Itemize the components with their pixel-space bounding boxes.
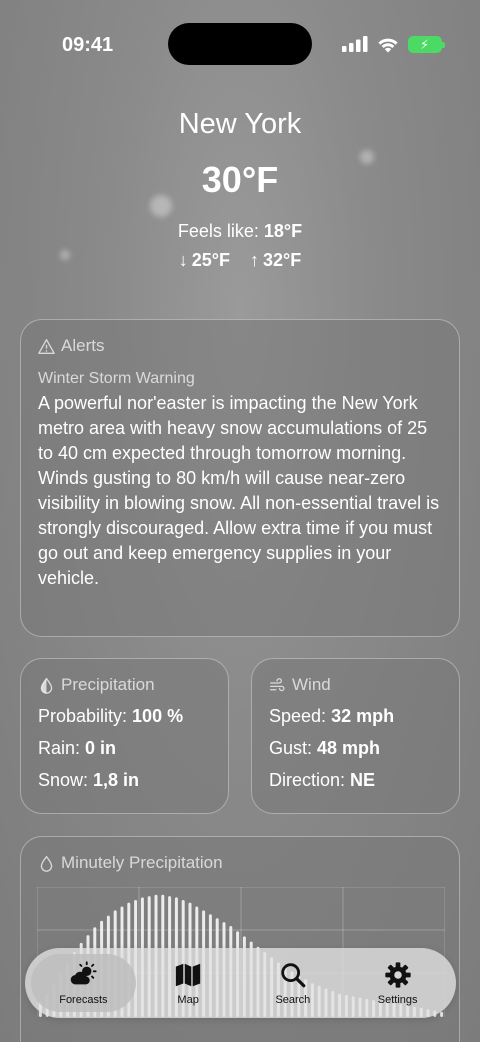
wifi-icon xyxy=(378,38,398,53)
row-value: 100 % xyxy=(132,706,184,726)
row-value: 0 in xyxy=(85,738,117,758)
row-label: Gust: xyxy=(269,738,318,758)
low-temperature: ↓ 25°F xyxy=(179,250,230,271)
row-label: Rain: xyxy=(38,738,86,758)
tab-label: Settings xyxy=(377,994,418,1006)
row-label: Speed: xyxy=(269,706,332,726)
status-icons: ⚡ xyxy=(342,35,445,53)
wind-icon xyxy=(270,677,285,691)
precip-snow: Snow: 1,8 in xyxy=(38,770,211,791)
tab-label: Map xyxy=(177,994,199,1006)
wind-card[interactable]: Wind Speed: 32 mph Gust: 48 mph Directio… xyxy=(251,658,460,814)
wind-title: Wind xyxy=(269,675,442,695)
cloud-sun-icon xyxy=(71,961,97,985)
row-label: Direction: xyxy=(269,770,351,790)
tab-search[interactable]: Search xyxy=(241,954,346,1012)
map-icon xyxy=(175,963,201,987)
row-value: NE xyxy=(350,770,376,790)
tab-settings[interactable]: Settings xyxy=(345,954,450,1012)
feels-like-label: Feels like: xyxy=(177,221,264,241)
weather-header: New York 30°F Feels like: 18°F ↓ 25°F ↑ 32… xyxy=(0,108,480,271)
warning-triangle-icon xyxy=(38,338,55,354)
arrow-up-icon: ↑ xyxy=(250,250,259,270)
feels-like: Feels like: 18°F xyxy=(0,221,480,242)
alerts-title: Alerts xyxy=(38,336,442,356)
high-low: ↓ 25°F ↑ 32°F xyxy=(0,250,480,271)
gear-icon xyxy=(384,962,411,988)
wind-title-label: Wind xyxy=(292,675,331,694)
precip-probability: Probability: 100 % xyxy=(38,706,211,727)
tab-map[interactable]: Map xyxy=(136,954,241,1012)
precipitation-title: Precipitation xyxy=(38,675,211,695)
arrow-down-icon: ↓ xyxy=(178,250,188,270)
alerts-title-label: Alerts xyxy=(61,336,105,355)
drop-icon xyxy=(40,677,53,694)
row-label: Probability: xyxy=(38,706,133,726)
precipitation-card[interactable]: Precipitation Probability: 100 % Rain: 0… xyxy=(20,658,229,814)
city-name: New York xyxy=(178,108,302,140)
alerts-card[interactable]: Alerts Winter Storm Warning A powerful n… xyxy=(20,319,460,637)
wind-speed: Speed: 32 mph xyxy=(269,706,442,727)
row-value: 1,8 in xyxy=(93,770,140,790)
precipitation-title-label: Precipitation xyxy=(61,675,155,694)
status-bar: 09:41 ⚡ xyxy=(0,0,480,90)
high-value: 32°F xyxy=(263,250,302,270)
precip-rain: Rain: 0 in xyxy=(38,738,211,759)
dynamic-island xyxy=(168,23,312,65)
tab-label: Forecasts xyxy=(59,994,108,1006)
row-value: 32 mph xyxy=(331,706,395,726)
wind-direction: Direction: NE xyxy=(269,770,442,791)
wind-gust: Gust: 48 mph xyxy=(269,738,442,759)
feels-like-value: 18°F xyxy=(263,221,303,241)
search-icon xyxy=(281,963,306,988)
drop-outline-icon xyxy=(40,855,53,872)
minutely-title: Minutely Precipitation xyxy=(38,853,442,873)
minutely-title-label: Minutely Precipitation xyxy=(61,853,223,872)
battery-icon: ⚡ xyxy=(408,35,445,53)
low-value: 25°F xyxy=(191,250,230,270)
row-label: Snow: xyxy=(38,770,94,790)
tab-bar: Forecasts Map Search Settings xyxy=(25,948,456,1018)
tab-label: Search xyxy=(275,994,311,1006)
cellular-signal-icon xyxy=(342,36,368,52)
precipitation-bar xyxy=(440,1011,444,1017)
current-temperature: 30°F xyxy=(201,159,279,200)
tab-forecasts[interactable]: Forecasts xyxy=(31,954,136,1012)
warning-title: Winter Storm Warning xyxy=(38,370,195,387)
status-time: 09:41 xyxy=(62,34,114,56)
warning-text: A powerful nor'easter is impacting the N… xyxy=(38,393,440,588)
high-temperature: ↑ 32°F xyxy=(250,250,301,271)
row-value: 48 mph xyxy=(317,738,381,758)
